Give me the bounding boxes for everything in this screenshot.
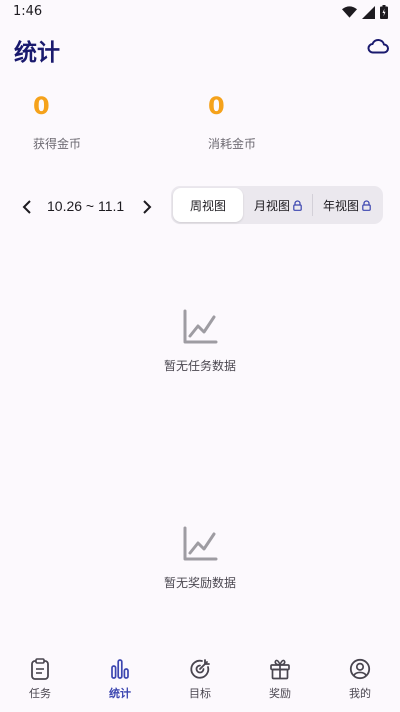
next-week-button[interactable] (136, 196, 158, 218)
nav-rewards[interactable]: 奖励 (240, 656, 320, 710)
reward-data-empty-state: 暂无奖励数据 (0, 526, 400, 591)
status-icons (342, 5, 388, 19)
tab-week-view-label: 周视图 (189, 198, 226, 213)
cloud-sync-button[interactable] (364, 34, 392, 58)
earned-coins-label: 获得金币 (33, 137, 82, 151)
spent-coins-value: 0 (208, 92, 225, 120)
date-navigator: 10.26 ~ 11.1 (16, 192, 160, 220)
tab-month-view-label: 月视图 (253, 198, 290, 213)
lock-icon (362, 199, 371, 211)
status-time: 1:46 (13, 4, 43, 19)
chevron-left-icon (22, 200, 31, 214)
bar-chart-icon (111, 659, 129, 679)
earned-coins-value: 0 (33, 92, 50, 120)
signal-icon (362, 5, 375, 19)
nav-profile[interactable]: 我的 (320, 656, 400, 710)
cloud-icon (367, 38, 389, 54)
nav-goals-label: 目标 (189, 687, 211, 700)
nav-statistics-label: 统计 (109, 687, 131, 700)
spent-coins-label: 消耗金币 (208, 137, 257, 151)
view-toggle: 周视图 月视图 年视图 (171, 186, 383, 224)
chart-line-icon (183, 526, 218, 561)
previous-week-button[interactable] (16, 196, 38, 218)
nav-tasks[interactable]: 任务 (0, 656, 80, 710)
status-bar: 1:46 (0, 0, 400, 24)
battery-icon (380, 5, 388, 19)
user-icon (349, 658, 371, 680)
nav-tasks-label: 任务 (29, 687, 51, 700)
target-icon (190, 659, 210, 679)
nav-goals[interactable]: 目标 (160, 656, 240, 710)
chart-line-icon (183, 309, 218, 344)
chevron-right-icon (143, 200, 152, 214)
task-data-empty-state: 暂无任务数据 (0, 309, 400, 374)
bottom-navigation: 任务 统计 目标 奖励 我的 (0, 652, 400, 712)
lock-icon (293, 199, 302, 211)
clipboard-icon (31, 658, 49, 680)
page-title: 统计 (14, 40, 60, 66)
tab-year-view-label: 年视图 (322, 198, 359, 213)
nav-rewards-label: 奖励 (269, 687, 291, 700)
date-range-label: 10.26 ~ 11.1 (47, 198, 125, 214)
reward-data-empty-text: 暂无奖励数据 (163, 576, 236, 590)
tab-month-view[interactable]: 月视图 (245, 188, 311, 222)
task-data-empty-text: 暂无任务数据 (163, 359, 236, 373)
gift-icon (270, 659, 290, 680)
nav-statistics[interactable]: 统计 (80, 656, 160, 710)
nav-profile-label: 我的 (349, 687, 371, 700)
wifi-icon (342, 6, 357, 18)
tab-week-view[interactable]: 周视图 (173, 188, 243, 222)
tab-year-view[interactable]: 年视图 (313, 188, 381, 222)
